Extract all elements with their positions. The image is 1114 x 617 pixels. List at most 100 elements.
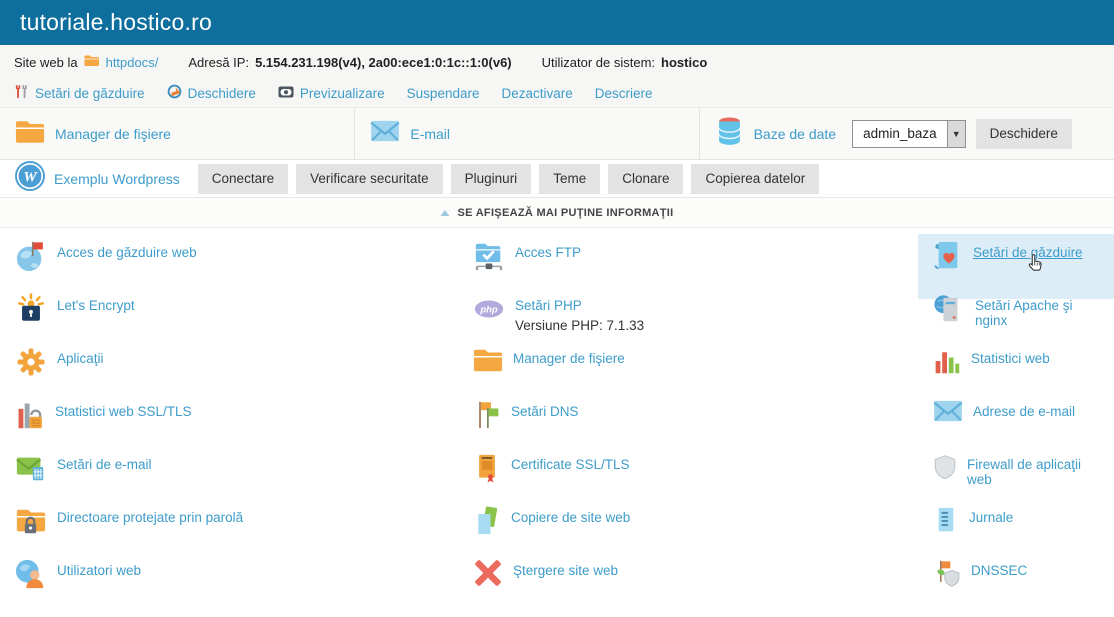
mail-settings-icon <box>15 452 47 489</box>
tool-link[interactable]: Statistici web SSL/TLS <box>55 404 192 419</box>
database-select-value: admin_baza <box>853 126 947 141</box>
tool-web-hosting-access[interactable]: Acces de găzduire web <box>15 240 473 293</box>
svg-text:W: W <box>23 170 38 186</box>
httpdocs-link[interactable]: httpdocs/ <box>106 55 159 70</box>
tool-website-copying[interactable]: Copiere de site web <box>473 505 933 558</box>
tool-web-statistics[interactable]: Statistici web <box>933 346 1114 399</box>
mouse-cursor <box>1026 252 1046 279</box>
hosting-settings-action[interactable]: Setări de găzduire <box>14 84 145 102</box>
suspend-action[interactable]: Suspendare <box>407 86 480 101</box>
preview-action[interactable]: Previzualizare <box>278 85 385 102</box>
tool-link[interactable]: Statistici web <box>971 351 1050 366</box>
wp-clone-button[interactable]: Clonare <box>608 164 683 194</box>
database-open-button[interactable]: Deschidere <box>976 119 1072 149</box>
tool-link[interactable]: Acces FTP <box>515 245 581 260</box>
tool-link[interactable]: Let's Encrypt <box>57 298 135 313</box>
tool-link[interactable]: Manager de fişiere <box>513 351 625 366</box>
svg-text:php: php <box>479 303 497 314</box>
database-select[interactable]: admin_baza ▼ <box>852 120 966 148</box>
folder-lock-icon <box>15 505 47 542</box>
tool-remove-website[interactable]: Ştergere site web <box>473 558 933 611</box>
mail-icon <box>370 119 400 148</box>
tool-applications[interactable]: Aplicaţii <box>15 346 473 399</box>
globe-flag-icon <box>15 240 47 277</box>
wp-plugins-button[interactable]: Pluginuri <box>451 164 532 194</box>
copy-site-icon <box>473 505 501 542</box>
ip-label: Adresă IP: <box>188 55 249 70</box>
description-action[interactable]: Descriere <box>595 86 653 101</box>
tool-email-settings[interactable]: Setări de e-mail <box>15 452 473 505</box>
tool-ftp-access[interactable]: Acces FTP <box>473 240 933 293</box>
tool-dnssec[interactable]: DNSSEC <box>933 558 1114 611</box>
email-quick[interactable]: E-mail <box>355 108 699 159</box>
tool-link[interactable]: Ştergere site web <box>513 563 618 578</box>
folder-icon <box>473 346 503 379</box>
ip-value: 5.154.231.198(v4), 2a00:ece1:0:1c::1:0(v… <box>255 55 512 70</box>
deactivate-action[interactable]: Dezactivare <box>501 86 572 101</box>
lock-sun-icon <box>15 293 47 330</box>
tools-grid: Acces de găzduire web Acces FTP Setări d… <box>0 228 1114 611</box>
tool-link[interactable]: Aplicaţii <box>57 351 104 366</box>
tool-php-settings[interactable]: php Setări PHP Versiune PHP: 7.1.33 <box>473 293 933 346</box>
dns-flags-icon <box>473 399 501 436</box>
tool-apache-nginx-settings[interactable]: Setări Apache şi nginx <box>933 293 1114 346</box>
tool-dns-settings[interactable]: Setări DNS <box>473 399 933 452</box>
tool-link[interactable]: Firewall de aplicaţii web <box>967 457 1081 487</box>
tool-link[interactable]: Jurnale <box>969 510 1013 525</box>
shield-icon <box>933 452 957 487</box>
tool-ssl-certificates[interactable]: Certificate SSL/TLS <box>473 452 933 505</box>
open-site-action[interactable]: Deschidere <box>167 84 256 102</box>
email-link[interactable]: E-mail <box>410 126 450 142</box>
folder-icon <box>15 118 45 150</box>
tool-waf[interactable]: Firewall de aplicaţii web <box>933 452 1114 505</box>
show-less-toggle[interactable]: SE AFIŞEAZĂ MAI PUŢINE INFORMAŢII <box>0 198 1114 228</box>
chevron-down-icon: ▼ <box>947 121 965 147</box>
wordpress-site-link[interactable]: Exemplu Wordpress <box>54 171 180 187</box>
tool-link[interactable]: Certificate SSL/TLS <box>511 457 630 472</box>
wp-connect-button[interactable]: Conectare <box>198 164 288 194</box>
certificate-icon <box>473 452 501 489</box>
tool-lets-encrypt[interactable]: Let's Encrypt <box>15 293 473 346</box>
wrench-icon <box>14 84 29 102</box>
site-info-bar: Site web la httpdocs/ Adresă IP: 5.154.2… <box>0 45 1114 79</box>
php-icon: php <box>473 293 505 330</box>
tool-link[interactable]: Directoare protejate prin parolă <box>57 510 243 525</box>
wordpress-icon: W <box>14 160 46 197</box>
window-header: tutoriale.hostico.ro <box>0 0 1114 45</box>
tool-link[interactable]: Acces de găzduire web <box>57 245 197 260</box>
tool-link[interactable]: DNSSEC <box>971 563 1027 578</box>
quick-access-row: Manager de fişiere E-mail Baze de date a… <box>0 108 1114 160</box>
tool-link[interactable]: Adrese de e-mail <box>973 404 1075 419</box>
tool-link[interactable]: Setări PHP <box>515 298 582 313</box>
tool-ssl-web-statistics[interactable]: Statistici web SSL/TLS <box>15 399 473 452</box>
tool-hosting-settings[interactable]: Setări de găzduire <box>918 234 1114 299</box>
bar-chart-icon <box>933 346 961 381</box>
system-user-label: Utilizator de sistem: <box>542 55 655 70</box>
show-less-label: SE AFIŞEAZĂ MAI PUŢINE INFORMAŢII <box>457 207 673 219</box>
tool-protected-directories[interactable]: Directoare protejate prin parolă <box>15 505 473 558</box>
tool-link[interactable]: Copiere de site web <box>511 510 630 525</box>
tool-email-addresses[interactable]: Adrese de e-mail <box>933 399 1114 452</box>
web-user-icon <box>15 558 47 595</box>
bars-lock-icon <box>15 399 45 436</box>
apache-server-icon <box>933 293 965 330</box>
page-title: tutoriale.hostico.ro <box>20 9 212 36</box>
databases-quick: Baze de date admin_baza ▼ Deschidere <box>700 108 1114 159</box>
file-manager-quick[interactable]: Manager de fişiere <box>0 108 355 159</box>
tool-link[interactable]: Utilizatori web <box>57 563 141 578</box>
wp-themes-button[interactable]: Teme <box>539 164 600 194</box>
file-manager-link[interactable]: Manager de fişiere <box>55 126 171 142</box>
action-bar: Setări de găzduire Deschidere Previzuali… <box>0 79 1114 108</box>
delete-x-icon <box>473 558 503 593</box>
tool-web-users[interactable]: Utilizatori web <box>15 558 473 611</box>
tool-link[interactable]: Setări DNS <box>511 404 579 419</box>
tool-link[interactable]: Setări Apache şi nginx <box>975 298 1073 328</box>
databases-link[interactable]: Baze de date <box>754 126 837 142</box>
wp-security-check-button[interactable]: Verificare securitate <box>296 164 443 194</box>
database-icon <box>715 116 744 152</box>
tool-link[interactable]: Setări de e-mail <box>57 457 152 472</box>
tool-logs[interactable]: Jurnale <box>933 505 1114 558</box>
system-user-value: hostico <box>661 55 707 70</box>
wp-copy-data-button[interactable]: Copierea datelor <box>691 164 819 194</box>
tool-file-manager[interactable]: Manager de fişiere <box>473 346 933 399</box>
